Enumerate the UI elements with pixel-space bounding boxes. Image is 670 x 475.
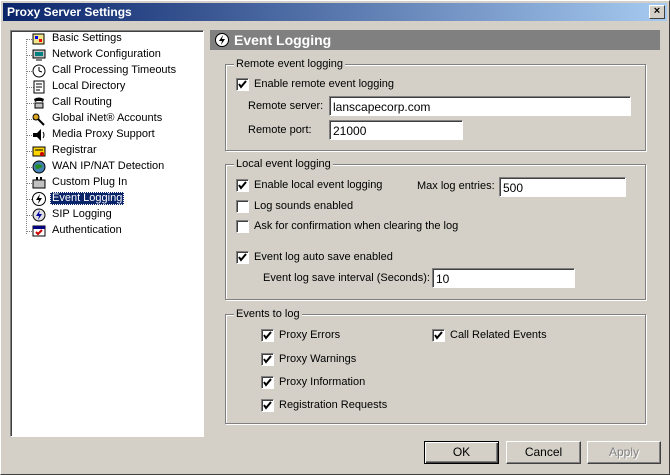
basic-settings-icon [32,33,45,45]
checkbox-label: Proxy Warnings [279,353,357,365]
close-button[interactable]: × [649,5,665,19]
directory-icon [33,80,45,94]
save-interval-input[interactable] [432,268,575,288]
tree-item-label: WAN IP/NAT Detection [52,160,165,172]
tree-item-label: Call Processing Timeouts [52,64,177,76]
checkbox-label: Proxy Errors [279,329,341,341]
tree-item-label: Local Directory [52,80,126,92]
tree-item-label: Basic Settings [52,32,122,44]
window-title: Proxy Server Settings [7,5,132,19]
checkbox-label: Log sounds enabled [254,200,354,212]
page-title: Event Logging [234,32,332,48]
sip-logging-icon [32,208,46,222]
apply-button[interactable]: Apply [587,441,661,464]
save-interval-label: Event log save interval (Seconds): [263,272,430,284]
tree-item-label: SIP Logging [52,208,112,220]
checkmark-icon [263,355,272,364]
max-log-entries-label: Max log entries: [417,180,495,192]
remote-server-input[interactable] [329,96,631,116]
close-icon: × [653,5,661,17]
checkmark-icon [238,253,247,262]
checkbox-label: Registration Requests [279,399,388,411]
checkmark-icon [238,181,247,190]
clock-icon [32,64,46,78]
tree-connector [26,39,27,234]
remote-event-logging-group: Remote event logging Enable remote event… [225,57,646,151]
local-event-logging-group: Local event logging Enable local event l… [225,157,646,300]
max-log-entries-input[interactable] [499,177,626,197]
phone-icon [34,97,44,109]
group-title: Remote event logging [234,57,346,71]
tree-item-label: Media Proxy Support [52,128,155,140]
registrar-icon [32,146,46,157]
authentication-icon [32,225,46,237]
event-logging-icon [215,33,229,47]
checkbox-box[interactable] [432,329,445,342]
events-to-log-group: Events to log Proxy Errors Call Related … [225,307,646,424]
checkbox-box[interactable] [236,78,249,91]
checkmark-icon [263,331,272,340]
group-title: Events to log [234,307,302,321]
checkmark-icon [263,378,272,387]
checkmark-icon [263,401,272,410]
title-bar[interactable]: Proxy Server Settings × [3,3,667,21]
settings-tree[interactable]: Basic Settings Network Configuration Cal… [10,30,204,437]
cancel-button[interactable]: Cancel [506,441,581,464]
checkmark-icon [238,80,247,89]
ok-button[interactable]: OK [424,441,499,464]
page-header: Event Logging [210,30,660,50]
remote-server-label: Remote server: [248,100,324,112]
checkbox-box[interactable] [261,353,274,366]
key-icon [32,113,45,126]
tree-item-label: Registrar [52,144,97,156]
checkbox-label: Enable local event logging [254,179,383,191]
checkbox-box[interactable] [236,200,249,213]
checkbox-box[interactable] [236,179,249,192]
globe-icon [32,160,46,174]
remote-port-input[interactable] [329,120,463,140]
tree-item-label: Global iNet® Accounts [52,112,163,124]
tree-item-label: Network Configuration [52,48,161,60]
tree-item-label: Call Routing [52,96,112,108]
checkbox-label: Ask for confirmation when clearing the l… [254,220,459,232]
checkbox-label: Call Related Events [450,329,547,341]
tree-item-label: Custom Plug In [52,176,128,188]
checkbox-box[interactable] [236,220,249,233]
checkbox-box[interactable] [261,329,274,342]
group-title: Local event logging [234,157,333,171]
tree-item-label: Event Logging [50,192,125,205]
checkbox-label: Proxy Information [279,376,366,388]
checkbox-label: Enable remote event logging [254,78,395,90]
speaker-icon [33,129,45,141]
checkbox-label: Event log auto save enabled [254,251,393,263]
network-icon [32,49,46,61]
checkbox-box[interactable] [261,376,274,389]
checkbox-box[interactable] [236,251,249,264]
checkmark-icon [434,331,443,340]
plugin-icon [32,177,46,189]
remote-port-label: Remote port: [248,124,312,136]
event-logging-icon [32,192,46,206]
checkbox-box[interactable] [261,399,274,412]
tree-item-label: Authentication [52,224,122,236]
